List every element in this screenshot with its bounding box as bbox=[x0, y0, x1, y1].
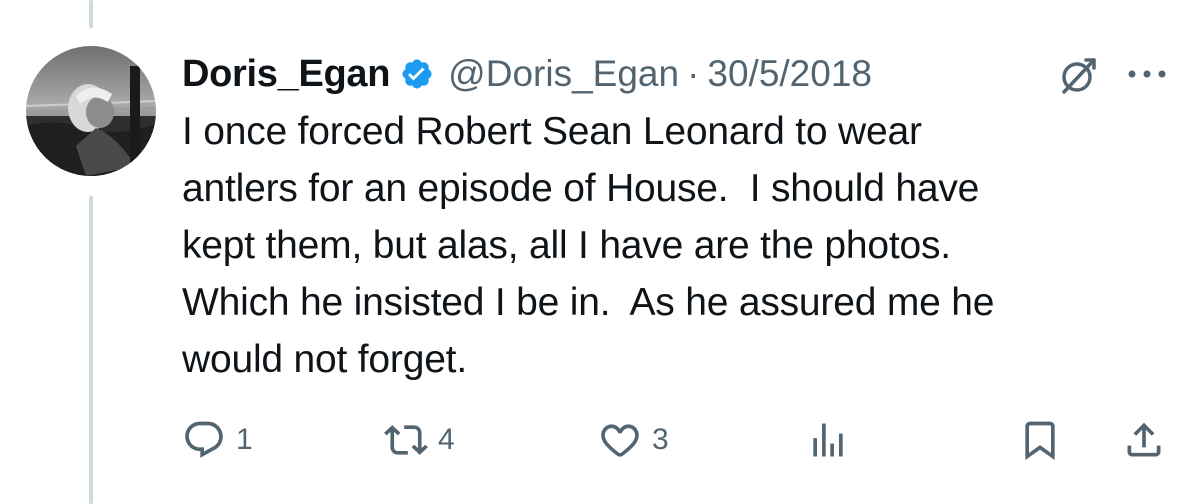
heart-icon bbox=[598, 418, 642, 462]
like-button[interactable]: 3 bbox=[598, 410, 669, 470]
action-bar: 1 4 3 bbox=[182, 410, 1172, 470]
reply-button[interactable]: 1 bbox=[182, 410, 253, 470]
tweet-text: I once forced Robert Sean Leonard to wea… bbox=[182, 103, 1172, 388]
avatar-photo bbox=[26, 46, 156, 176]
tweet-text-line: I once forced Robert Sean Leonard to wea… bbox=[182, 110, 922, 153]
separator-dot: · bbox=[687, 53, 700, 94]
tweet-date[interactable]: 30/5/2018 bbox=[707, 53, 872, 95]
tweet-text-line: Which he insisted I be in. As he assured… bbox=[182, 281, 995, 324]
thread-line-bottom bbox=[89, 196, 93, 504]
avatar[interactable] bbox=[26, 46, 156, 176]
repost-button[interactable]: 4 bbox=[384, 410, 455, 470]
more-icon[interactable] bbox=[1124, 62, 1170, 86]
views-icon bbox=[806, 418, 850, 462]
author-display-name[interactable]: Doris_Egan bbox=[182, 53, 390, 96]
grok-icon[interactable] bbox=[1056, 52, 1102, 98]
tweet[interactable]: Doris_Egan @Doris_Egan · 30/5/2018 I onc… bbox=[0, 0, 1200, 504]
share-button[interactable] bbox=[1122, 410, 1166, 470]
reply-count: 1 bbox=[236, 423, 253, 456]
views-button[interactable] bbox=[806, 410, 850, 470]
verified-badge-icon bbox=[400, 57, 434, 91]
tweet-header: Doris_Egan @Doris_Egan · 30/5/2018 bbox=[182, 46, 872, 102]
bookmark-icon bbox=[1018, 418, 1062, 462]
tweet-text-line: would not forget. bbox=[182, 338, 467, 381]
bookmark-button[interactable] bbox=[1018, 410, 1062, 470]
repost-icon bbox=[384, 418, 428, 462]
tweet-text-line: kept them, but alas, all I have are the … bbox=[182, 224, 951, 267]
author-handle[interactable]: @Doris_Egan bbox=[448, 53, 679, 95]
thread-line-top bbox=[89, 0, 93, 28]
repost-count: 4 bbox=[438, 423, 455, 456]
tweet-text-line: antlers for an episode of House. I shoul… bbox=[182, 167, 980, 210]
reply-icon bbox=[182, 418, 226, 462]
like-count: 3 bbox=[652, 423, 669, 456]
share-icon bbox=[1122, 418, 1166, 462]
